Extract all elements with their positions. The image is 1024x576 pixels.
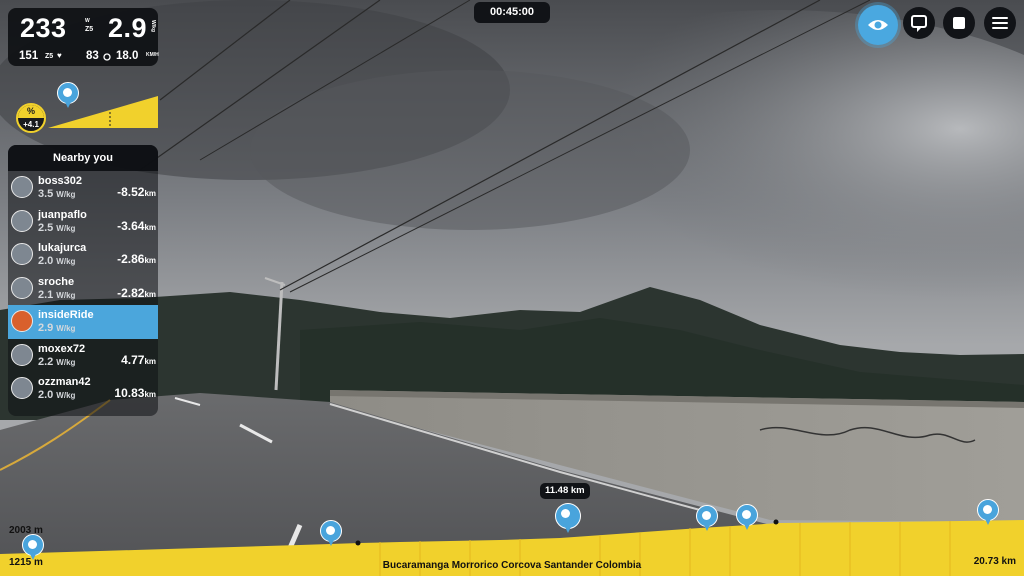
rider-wkg: 2.0 W/kg — [38, 255, 76, 267]
rider-name: juanpaflo — [38, 208, 87, 221]
rider-distance: -8.52km — [117, 185, 156, 199]
list-item[interactable]: ozzman42 2.0 W/kg 10.83km — [8, 372, 158, 406]
avatar — [11, 343, 33, 366]
avatar — [11, 209, 33, 232]
switch-view-button[interactable] — [903, 7, 935, 39]
heart-rate-zone: Z5 — [45, 53, 54, 60]
list-item[interactable]: sroche 2.1 W/kg -2.82km — [8, 272, 158, 306]
rider-name: boss302 — [38, 175, 83, 187]
ride-stats-panel: 233 W Z5 2.9 W/kg 151 Z5 ♥ 83 18.0 KM/H — [8, 8, 159, 66]
rider-map-pin[interactable] — [696, 505, 718, 531]
rider-map-pin[interactable] — [736, 504, 758, 530]
rider-wkg: 2.9 W/kg — [38, 322, 76, 334]
speed-value: 18.0 — [116, 50, 139, 62]
list-item[interactable]: boss302 3.5 W/kg -8.52km — [8, 171, 158, 205]
list-item[interactable]: moxex72 2.2 W/kg 4.77km — [8, 339, 158, 373]
rider-map-pin[interactable] — [22, 534, 44, 560]
stop-icon — [953, 17, 965, 29]
route-name: Bucaramanga Morrorico Corcova Santander … — [382, 560, 642, 571]
rider-distance: -2.86km — [117, 252, 156, 266]
hamburger-icon — [992, 17, 1008, 29]
power-zone: Z5 — [85, 26, 94, 33]
avatar — [11, 276, 33, 299]
wkg-value: 2.9 — [108, 13, 148, 43]
rider-wkg: 2.1 W/kg — [38, 288, 76, 301]
rider-name: moxex72 — [38, 342, 86, 355]
view-toggle-button[interactable] — [858, 5, 898, 45]
rider-name: ozzman42 — [38, 376, 91, 388]
rider-wkg: 2.5 W/kg — [38, 221, 76, 234]
rider-name: sroche — [38, 275, 75, 288]
avatar — [11, 310, 33, 332]
speed-unit: KM/H — [146, 52, 159, 58]
rider-map-pin[interactable] — [320, 520, 342, 546]
stop-button[interactable] — [943, 7, 975, 39]
rider-name: lukajurca — [38, 242, 87, 254]
heart-icon: ♥ — [57, 51, 62, 60]
rider-distance: 4.77km — [121, 352, 156, 367]
heart-rate-value: 151 — [19, 50, 39, 62]
swap-icon — [911, 15, 927, 32]
cadence-icon — [103, 53, 111, 61]
rider-wkg: 3.5 W/kg — [38, 188, 76, 200]
list-item[interactable]: juanpaflo 2.5 W/kg -3.64km — [8, 205, 158, 239]
current-rider-pin[interactable] — [555, 503, 581, 533]
eye-icon — [868, 20, 888, 30]
wkg-unit: W/kg — [150, 20, 156, 32]
power-value: 233 — [20, 13, 67, 43]
avatar — [11, 176, 33, 198]
gradient-label: % — [18, 105, 44, 118]
rider-wkg: 2.2 W/kg — [38, 355, 76, 368]
avatar — [11, 243, 33, 265]
avatar — [11, 377, 33, 399]
rider-distance: -3.64km — [117, 218, 156, 233]
power-unit: W — [85, 18, 90, 24]
rider-map-pin[interactable] — [977, 499, 999, 525]
rider-map-pin[interactable] — [57, 82, 79, 108]
nearby-panel: Nearby you boss302 3.5 W/kg -8.52km juanpaf… — [8, 145, 158, 416]
rider-distance: 10.83km — [114, 386, 156, 400]
rider-distance: -2.82km — [117, 285, 156, 300]
gradient-value: +4.1 — [23, 120, 39, 129]
rider-name: insideRide — [38, 309, 94, 321]
position-marker-label: 11.48 km — [540, 483, 590, 499]
list-item[interactable]: lukajurca 2.0 W/kg -2.86km — [8, 238, 158, 272]
gradient-indicator: % +4.1 — [16, 103, 46, 133]
menu-button[interactable] — [984, 7, 1016, 39]
ride-timer: 00:45:00 — [474, 2, 550, 23]
list-item-current-rider[interactable]: insideRide 2.9 W/kg — [8, 305, 158, 339]
cadence-value: 83 — [86, 50, 99, 62]
rider-wkg: 2.0 W/kg — [38, 389, 76, 401]
nearby-title: Nearby you — [8, 145, 158, 171]
